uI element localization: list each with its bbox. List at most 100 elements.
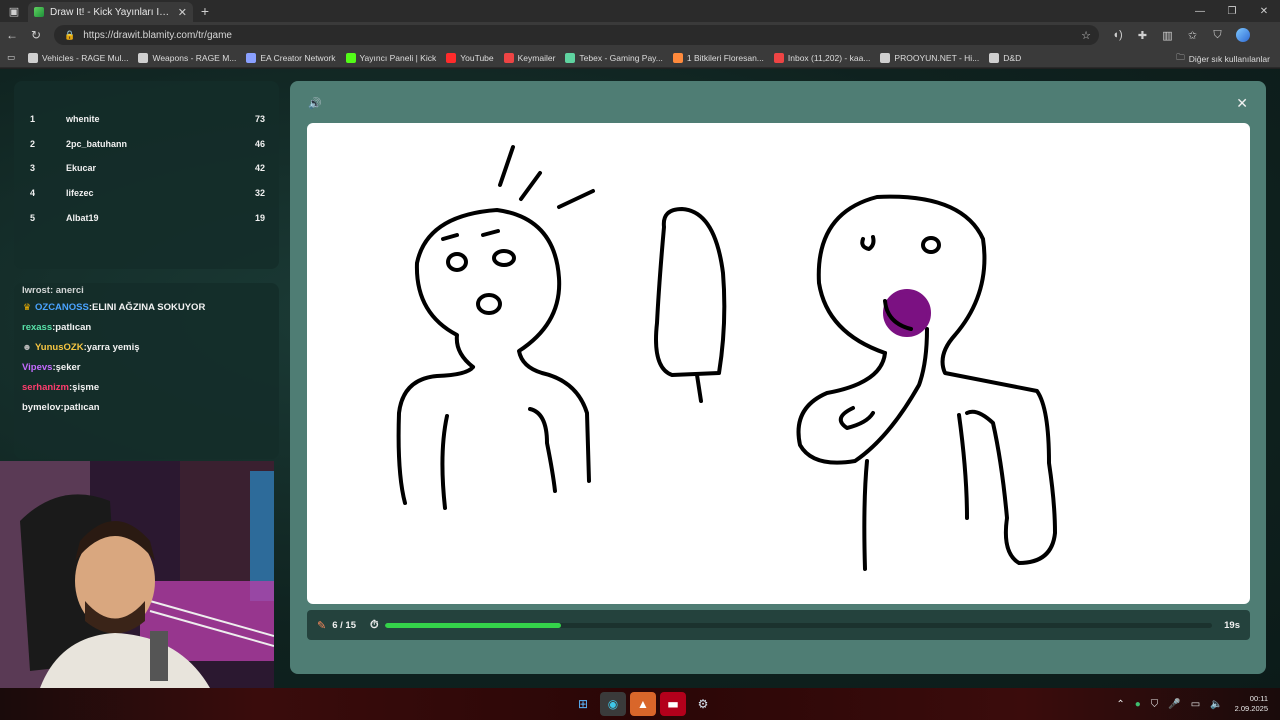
- crown-badge-icon: ♛: [22, 301, 32, 312]
- browser-address-bar: ← ↻ 🔒 https://drawit.blamity.com/tr/game…: [0, 22, 1280, 48]
- leaderboard-rank: 1: [30, 114, 36, 125]
- windows-taskbar: ⊞ ◉ ▲ ▆▆ ⚙ ⌃ ● ⛉ 🎤 ▭ 🔈 00:11 2.09.2025: [0, 688, 1280, 720]
- bookmark-item[interactable]: Weapons - RAGE M...: [138, 52, 236, 63]
- clock-time: 00:11: [1249, 694, 1268, 703]
- chat-username[interactable]: rexass: [22, 322, 52, 333]
- leaderboard-row: 1 whenite 73: [28, 107, 265, 132]
- streamer-webcam: [0, 461, 274, 688]
- leaderboard-score: 73: [254, 114, 265, 125]
- other-bookmarks-label: Diğer sık kullanılanlar: [1188, 54, 1270, 64]
- bookmark-item[interactable]: Tebex - Gaming Pay...: [565, 52, 663, 63]
- app-orange-icon[interactable]: ▲: [630, 692, 656, 716]
- url-input[interactable]: 🔒 https://drawit.blamity.com/tr/game ☆: [54, 25, 1099, 45]
- tray-expand-icon[interactable]: ⌃: [1116, 699, 1124, 710]
- bookmark-item[interactable]: Yayıncı Paneli | Kick: [345, 52, 437, 63]
- back-icon[interactable]: ←: [0, 22, 24, 48]
- read-aloud-icon[interactable]: ◖): [1105, 22, 1130, 48]
- start-menu-icon[interactable]: ⊞: [570, 692, 596, 716]
- round-counter: 6 / 15: [332, 619, 356, 631]
- leaderboard-rank: 2: [30, 138, 36, 149]
- bookmark-label: Keymailer: [517, 52, 556, 63]
- lock-icon: 🔒: [64, 29, 76, 40]
- favorites-icon[interactable]: ✩: [1180, 22, 1205, 48]
- round-status-bar: ✎ 6 / 15 ⏱ 19s: [307, 610, 1250, 640]
- drawing-modal: 🔊 ✕ ✎ 6 / 15 ⏱ 19s: [290, 81, 1266, 674]
- chat-message: serhanizm:şişme: [22, 377, 271, 397]
- drawing-right-figure: [796, 194, 1057, 571]
- chat-username[interactable]: bymelov: [22, 402, 61, 413]
- bookmark-item[interactable]: D&D: [989, 52, 1021, 63]
- bookmark-item[interactable]: YouTube: [446, 52, 494, 63]
- chat-text: :patlıcan: [52, 321, 92, 333]
- window-controls: — ❐ ✕: [1184, 0, 1280, 22]
- maximize-icon[interactable]: ❐: [1216, 0, 1248, 22]
- bookmark-item[interactable]: 1 Bitkileri Floresan...: [672, 52, 764, 63]
- bookmark-item[interactable]: EA Creator Network: [246, 52, 336, 63]
- bookmark-favicon-icon: [246, 52, 257, 63]
- url-text: https://drawit.blamity.com/tr/game: [83, 29, 232, 41]
- chat-message: rexass:patlıcan: [22, 317, 271, 337]
- drawing-canvas[interactable]: [307, 123, 1250, 604]
- chat-text: :şişme: [69, 381, 100, 393]
- profile-icon[interactable]: [1230, 22, 1255, 48]
- leaderboard-player-name: lifezec: [66, 188, 94, 199]
- pencil-icon: ✎: [317, 619, 327, 632]
- time-progress-bar: [384, 622, 1213, 628]
- volume-icon[interactable]: 🔈: [1210, 699, 1222, 710]
- leaderboard-score: 32: [254, 188, 265, 199]
- timer-icon: ⏱: [370, 618, 379, 631]
- extensions-icon[interactable]: ✚: [1130, 22, 1155, 48]
- system-clock[interactable]: 00:11 2.09.2025: [1235, 694, 1268, 714]
- bookmark-label: Inbox (11,202) - kaa...: [787, 52, 871, 63]
- leaderboard-rank: 5: [30, 212, 36, 223]
- chat-panel: Iwrost: anerci ♛ OZCANOSS:ELINI AĞZINA SO…: [14, 283, 279, 459]
- bookmark-favicon-icon: [880, 52, 891, 63]
- bookmark-favicon-icon: [773, 52, 784, 63]
- display-icon[interactable]: ▭: [1191, 699, 1200, 710]
- drawing-middle-object: [654, 207, 727, 403]
- game-page: 1 whenite 73 2 2pc_batuhann 46 3 Ekucar 42 4 lifez…: [0, 69, 1280, 688]
- tray-security-icon[interactable]: ⛉: [1151, 699, 1159, 710]
- bookmark-favicon-icon: [446, 52, 457, 63]
- chat-text: :şeker: [52, 361, 81, 373]
- bookmark-label: Yayıncı Paneli | Kick: [359, 52, 437, 63]
- leaderboard-player-name: Ekucar: [66, 163, 97, 174]
- drawing-left-figure: [396, 145, 595, 510]
- bookmark-item[interactable]: Inbox (11,202) - kaa...: [773, 52, 871, 63]
- app-red-icon[interactable]: ▆▆: [660, 692, 686, 716]
- favorite-star-icon[interactable]: ☆: [1081, 29, 1091, 42]
- bot-badge-icon: ☻: [22, 342, 32, 352]
- tab-close-icon[interactable]: ✕: [178, 6, 187, 19]
- edge-browser-icon[interactable]: ◉: [600, 692, 626, 716]
- time-progress-fill: [384, 622, 561, 628]
- steam-icon[interactable]: ⚙: [690, 692, 716, 716]
- chat-username[interactable]: serhanizm: [22, 382, 69, 393]
- split-screen-icon[interactable]: ▥: [1155, 22, 1180, 48]
- leaderboard-player-name: Albat19: [66, 212, 99, 223]
- bookmark-favicon-icon: [28, 52, 38, 63]
- bookmark-favicon-icon: [565, 52, 576, 63]
- leaderboard-rank: 3: [30, 163, 36, 174]
- sidebar-toggle-icon[interactable]: ▣: [0, 0, 28, 22]
- vpn-shield-icon[interactable]: ⛉: [1205, 22, 1230, 48]
- bookmark-favicon-icon: [503, 52, 514, 63]
- chat-username[interactable]: Vipevs: [22, 362, 52, 373]
- other-bookmarks[interactable]: 🗀 Diğer sık kullanılanlar: [1176, 52, 1270, 66]
- minimize-icon[interactable]: —: [1184, 0, 1216, 22]
- chat-username[interactable]: YunusOZK: [35, 342, 84, 353]
- reading-list-icon[interactable]: ▭: [0, 52, 22, 63]
- tray-app-icon[interactable]: ●: [1135, 699, 1141, 710]
- microphone-icon[interactable]: 🎤: [1168, 699, 1180, 710]
- reload-icon[interactable]: ↻: [24, 22, 48, 48]
- modal-close-button[interactable]: ✕: [1236, 95, 1248, 112]
- browser-tab-active[interactable]: Draw It! - Kick Yayınları İçin Çizim... …: [28, 2, 193, 22]
- bookmark-item[interactable]: PROOYUN.NET - Hi...: [880, 52, 979, 63]
- sound-toggle-icon[interactable]: 🔊: [308, 97, 322, 110]
- chat-username[interactable]: OZCANOSS: [35, 302, 89, 313]
- bookmark-item[interactable]: Vehicles - RAGE Mul...: [28, 52, 128, 63]
- leaderboard-row: 3 Ekucar 42: [28, 156, 265, 181]
- new-tab-button[interactable]: +: [193, 0, 217, 22]
- bookmark-favicon-icon: [138, 52, 149, 63]
- bookmark-item[interactable]: Keymailer: [503, 52, 556, 63]
- window-close-icon[interactable]: ✕: [1248, 0, 1280, 22]
